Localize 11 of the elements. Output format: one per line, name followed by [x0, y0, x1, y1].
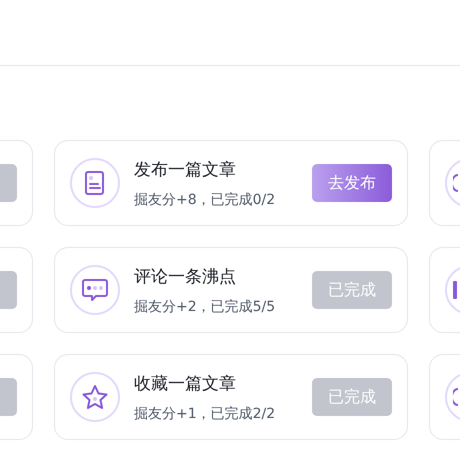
task-reward: 掘友分+1，已完成2/2: [134, 404, 276, 422]
task-title: 收藏一篇文章: [134, 372, 237, 394]
task-title: 发布一篇文章: [134, 158, 237, 180]
task-title: 评论一条沸点: [134, 266, 237, 288]
comment-icon: [81, 277, 109, 303]
star-icon: [81, 384, 109, 410]
document-icon: [84, 170, 106, 196]
task-reward: 掘友分+2，已完成5/5: [134, 298, 276, 316]
task-reward: 掘友分+8，已完成0/2: [134, 190, 276, 208]
bar-icon: [453, 281, 457, 299]
task-button[interactable]: 去发布: [312, 164, 392, 202]
